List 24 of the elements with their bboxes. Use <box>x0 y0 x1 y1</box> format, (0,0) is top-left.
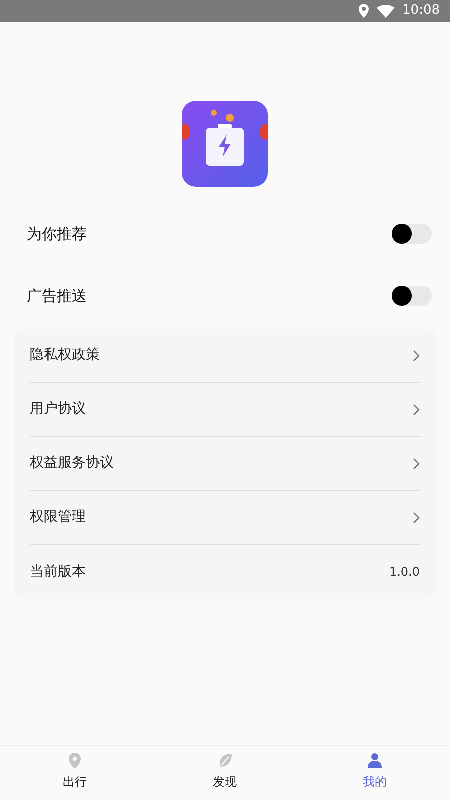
chevron-right-icon <box>413 404 420 416</box>
menu-label[interactable]: 用户协议 <box>30 399 86 420</box>
chevron-right-icon <box>413 512 420 524</box>
chevron-right-icon <box>413 458 420 470</box>
location-icon <box>358 4 369 18</box>
chevron-right-icon <box>413 350 420 362</box>
menu-label[interactable]: 隐私权政策 <box>30 345 100 366</box>
toggle-switch[interactable] <box>392 224 432 244</box>
location-pin-icon <box>67 752 83 769</box>
wifi-icon <box>376 4 395 18</box>
version-number: 1.0.0 <box>389 564 420 581</box>
toggle-switch[interactable] <box>392 286 432 306</box>
battery-app-icon <box>182 101 268 187</box>
person-icon <box>367 752 383 769</box>
nav-tab[interactable]: 发现 <box>150 746 300 800</box>
menu-label: 当前版本 <box>30 562 86 582</box>
clock-time: 10:08 <box>402 2 440 20</box>
menu-label[interactable]: 权益服务协议 <box>30 453 114 474</box>
nav-tab[interactable]: 我的 <box>300 746 450 800</box>
setting-label: 广告推送 <box>27 286 87 307</box>
setting-label: 为你推荐 <box>27 224 87 245</box>
menu-label[interactable]: 权限管理 <box>30 507 86 528</box>
leaf-icon <box>217 752 233 769</box>
nav-tab[interactable]: 出行 <box>0 746 150 800</box>
